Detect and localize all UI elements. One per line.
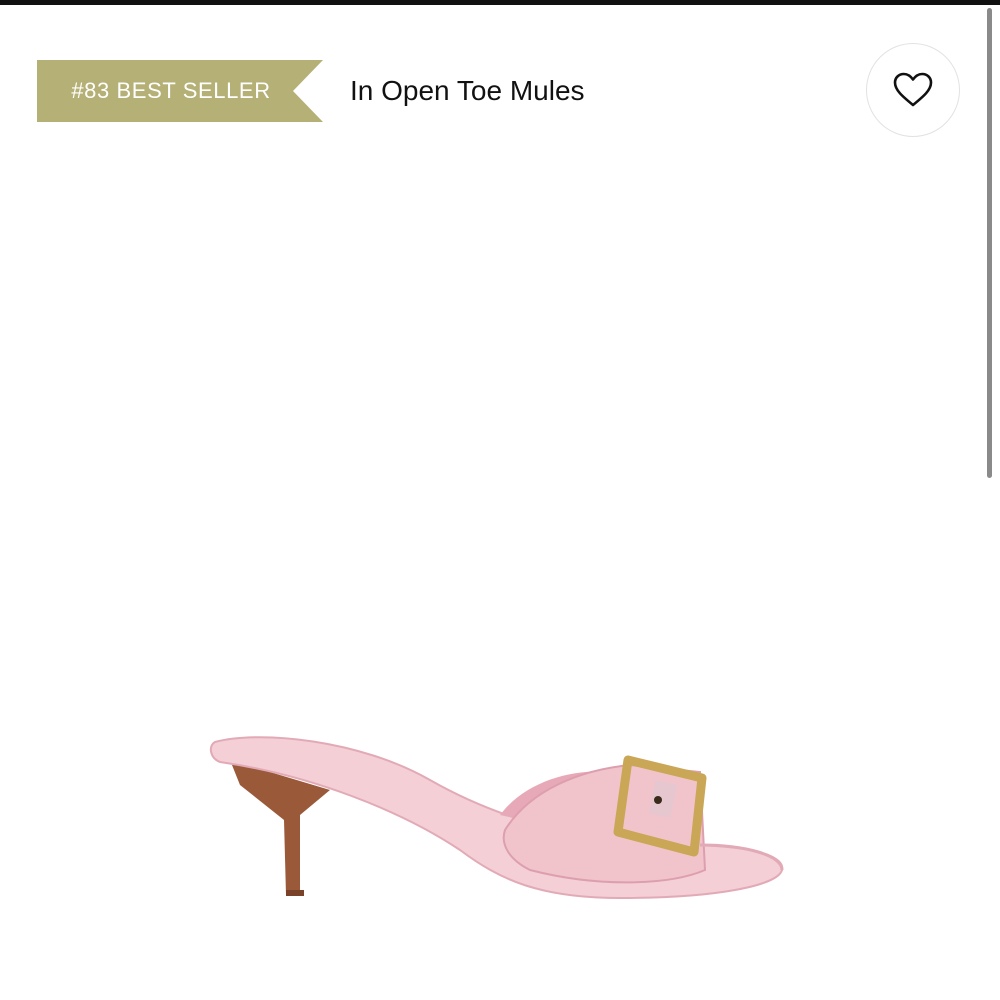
shoe-strap	[502, 763, 707, 884]
top-bar	[0, 0, 1000, 5]
product-image[interactable]	[200, 720, 800, 920]
heel-tip	[286, 890, 304, 896]
wishlist-button[interactable]	[866, 43, 960, 137]
mule-shoe-illustration	[209, 736, 784, 900]
scrollbar[interactable]	[987, 8, 992, 478]
product-page: #83 BEST SELLER In Open Toe Mules	[0, 0, 1000, 1000]
heart-outline-icon	[893, 72, 933, 107]
best-seller-badge: #83 BEST SELLER	[37, 60, 323, 122]
category-label: In Open Toe Mules	[350, 75, 585, 106]
best-seller-label: #83 BEST SELLER	[71, 78, 271, 103]
